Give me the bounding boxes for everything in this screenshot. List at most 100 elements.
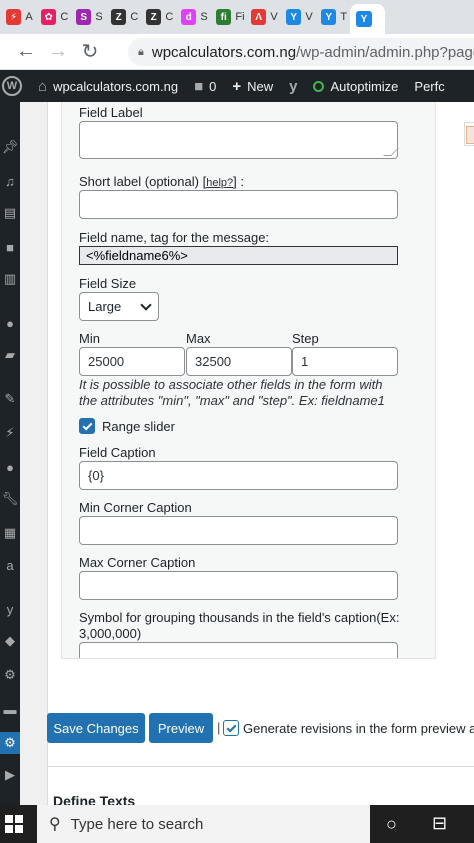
tab-title: T	[340, 11, 348, 23]
tab-favicon-icon: Z	[111, 9, 127, 25]
forward-icon[interactable]: →	[42, 36, 74, 68]
users-icon[interactable]: ●	[0, 456, 20, 478]
checkmark-icon	[226, 722, 236, 732]
forms-icon[interactable]: ▥	[0, 268, 20, 290]
browser-tab[interactable]: ✿ C	[35, 0, 70, 34]
status-dot-icon	[313, 80, 325, 92]
generate-revisions-checkbox[interactable]	[223, 720, 239, 736]
min-input[interactable]: 25000	[79, 347, 185, 376]
comments-menu[interactable]: ■ 0	[186, 70, 224, 102]
folder-icon[interactable]: ▰	[0, 344, 20, 366]
taskbar-search-box[interactable]: ⚲ Type here to search	[37, 805, 370, 843]
checkmark-icon	[82, 420, 92, 430]
max-corner-caption-input[interactable]	[79, 571, 398, 600]
max-corner-caption-label: Max Corner Caption	[79, 555, 196, 570]
generate-revisions-label: Generate revisions in the form preview a…	[243, 721, 474, 736]
tab-favicon-icon: ⚡	[6, 9, 22, 25]
new-content-menu[interactable]: + New	[224, 70, 281, 102]
gear-icon[interactable]: ⚙	[0, 664, 20, 686]
save-changes-button[interactable]: Save Changes	[47, 713, 145, 743]
cortana-icon[interactable]: ○	[386, 814, 397, 835]
taskbar-search-placeholder: Type here to search	[70, 815, 204, 833]
calculated-fields-gear-icon[interactable]: ⚙	[0, 732, 20, 754]
plugins-icon[interactable]: ⚡︎	[0, 422, 20, 444]
task-view-icon[interactable]: ⊟	[432, 813, 447, 834]
tab-title: A	[25, 11, 33, 23]
browser-tab[interactable]: ZC	[105, 0, 140, 34]
field-size-value: Large	[88, 299, 122, 314]
short-label-input[interactable]	[79, 190, 398, 219]
field-name-tag[interactable]: <%fieldname6%>	[79, 246, 398, 265]
wordpress-icon: W	[2, 76, 22, 96]
browser-tab[interactable]: dS	[175, 0, 210, 34]
field-size-label: Field Size	[79, 276, 137, 291]
step-input[interactable]: 1	[292, 347, 398, 376]
help-link[interactable]: help?	[206, 177, 233, 189]
yoast-menu[interactable]: y	[281, 70, 305, 102]
tab-title: V	[270, 11, 278, 23]
browser-tab[interactable]: fi Fi	[210, 0, 245, 34]
browser-tab[interactable]: Y	[350, 4, 385, 34]
min-corner-caption-input[interactable]	[79, 516, 398, 545]
back-icon[interactable]: ←	[10, 36, 42, 68]
resize-grip-icon[interactable]	[383, 148, 399, 156]
tab-favicon-icon: Y	[321, 9, 337, 25]
browser-tab[interactable]: SS	[70, 0, 105, 34]
step-label: Step	[292, 331, 319, 346]
comment-icon: ■	[194, 77, 204, 95]
browser-toolbar: ← → ↻ 🔒︎ wpcalculators.com.ng/wp-admin/a…	[0, 34, 474, 70]
letter-a-icon[interactable]: a	[0, 554, 20, 576]
tab-favicon-icon: Λ	[251, 9, 267, 25]
browser-tab[interactable]: YT	[315, 0, 350, 34]
field-settings-panel: Field Label Short label (optional) [help…	[61, 102, 436, 659]
url-path: /wp-admin/admin.php?page=c	[296, 43, 474, 61]
pin-icon[interactable]: 📌︎	[0, 136, 20, 158]
wp-logo-menu[interactable]: W	[0, 70, 30, 102]
browser-tab[interactable]: ZC	[140, 0, 175, 34]
performance-menu[interactable]: Perfc	[406, 70, 452, 102]
windows-start-icon[interactable]	[5, 815, 23, 833]
plus-icon: +	[232, 77, 242, 95]
field-label-textarea[interactable]	[79, 121, 399, 159]
range-slider-checkbox[interactable]	[79, 418, 95, 434]
shield-icon[interactable]: ◆	[0, 630, 20, 652]
tab-title: V	[305, 11, 313, 23]
elementor-icon[interactable]: ●	[0, 312, 20, 334]
reload-icon[interactable]: ↻	[74, 36, 106, 68]
define-texts-title: Define Texts	[53, 793, 136, 805]
autoptimize-menu[interactable]: Autoptimize	[305, 70, 406, 102]
comments-count: 0	[209, 78, 217, 94]
tools-icon[interactable]: 🔧︎	[0, 488, 20, 510]
yoast-icon: y	[289, 77, 298, 95]
side-tab-stub-highlight	[466, 126, 474, 144]
address-bar[interactable]: 🔒︎ wpcalculators.com.ng/wp-admin/admin.p…	[128, 38, 474, 66]
preview-button[interactable]: Preview	[149, 713, 213, 743]
short-label-label: Short label (optional) [help?] :	[79, 174, 244, 189]
tab-favicon-icon: Z	[146, 9, 162, 25]
browser-tab[interactable]: YV	[280, 0, 315, 34]
tab-title: C	[130, 11, 139, 23]
play-icon[interactable]: ▶	[0, 764, 20, 786]
settings-grid-icon[interactable]: ▦	[0, 522, 20, 544]
max-input[interactable]: 32500	[186, 347, 292, 376]
pages-icon[interactable]: ▤	[0, 202, 20, 224]
appearance-icon[interactable]: ✎	[0, 388, 20, 410]
actions-separator: |	[217, 720, 221, 735]
yoast-seo-icon[interactable]: y	[0, 598, 20, 620]
url-host: wpcalculators.com.ng	[151, 43, 297, 61]
search-icon: ⚲	[49, 816, 61, 833]
grouping-symbol-input[interactable]	[79, 642, 398, 658]
tab-favicon-icon: S	[76, 9, 92, 25]
field-caption-input[interactable]: {0}	[79, 461, 398, 490]
site-name-menu[interactable]: ⌂ wpcalculators.com.ng	[30, 70, 186, 102]
comments-icon[interactable]: ■	[0, 236, 20, 258]
field-caption-label: Field Caption	[79, 445, 156, 460]
field-size-select[interactable]: Large	[79, 292, 159, 321]
admin-sidebar: 📌︎ ♫ ▤ ■ ▥ ● ▰ ✎ ⚡︎ ● 🔧︎ ▦ a y ◆ ⚙ ▬ ⚙ ▶	[0, 102, 20, 805]
main-content: Field Label Short label (optional) [help…	[20, 102, 474, 805]
layers-icon[interactable]: ▬	[0, 698, 20, 720]
browser-tab[interactable]: ⚡ A	[0, 0, 35, 34]
wp-admin-bar: W ⌂ wpcalculators.com.ng ■ 0 + New y Autopt…	[0, 70, 474, 102]
browser-tab[interactable]: ΛV	[245, 0, 280, 34]
media-icon[interactable]: ♫	[0, 170, 20, 192]
